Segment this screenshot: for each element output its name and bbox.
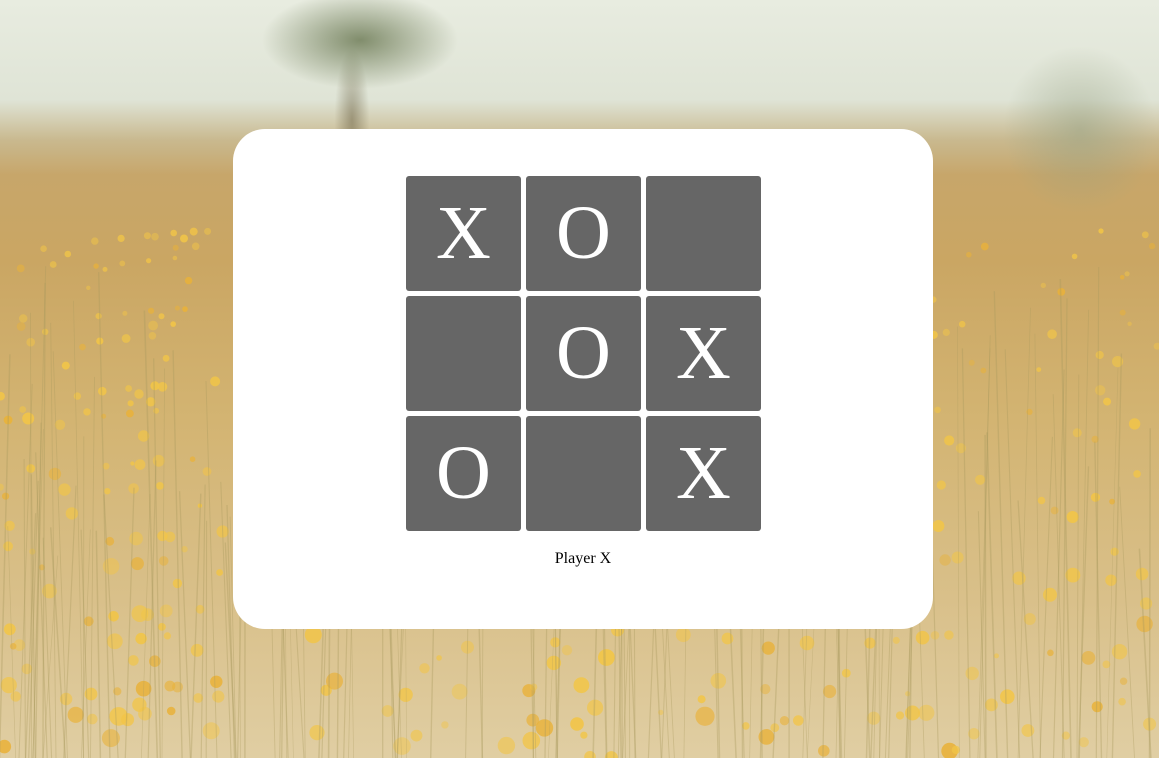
game-panel: X O O X O X Player X — [233, 129, 933, 629]
board-cell-5[interactable]: O — [526, 296, 641, 411]
turn-status: Player X — [554, 550, 612, 567]
board-cell-4[interactable] — [406, 296, 521, 411]
board-cell-2[interactable]: O — [526, 176, 641, 291]
board-cell-6[interactable]: X — [646, 296, 761, 411]
board-cell-1[interactable]: X — [406, 176, 521, 291]
board-cell-8[interactable] — [526, 416, 641, 531]
board-cell-9[interactable]: X — [646, 416, 761, 531]
board-cell-7[interactable]: O — [406, 416, 521, 531]
board-cell-3[interactable] — [646, 176, 761, 291]
game-board: X O O X O X — [406, 176, 761, 531]
